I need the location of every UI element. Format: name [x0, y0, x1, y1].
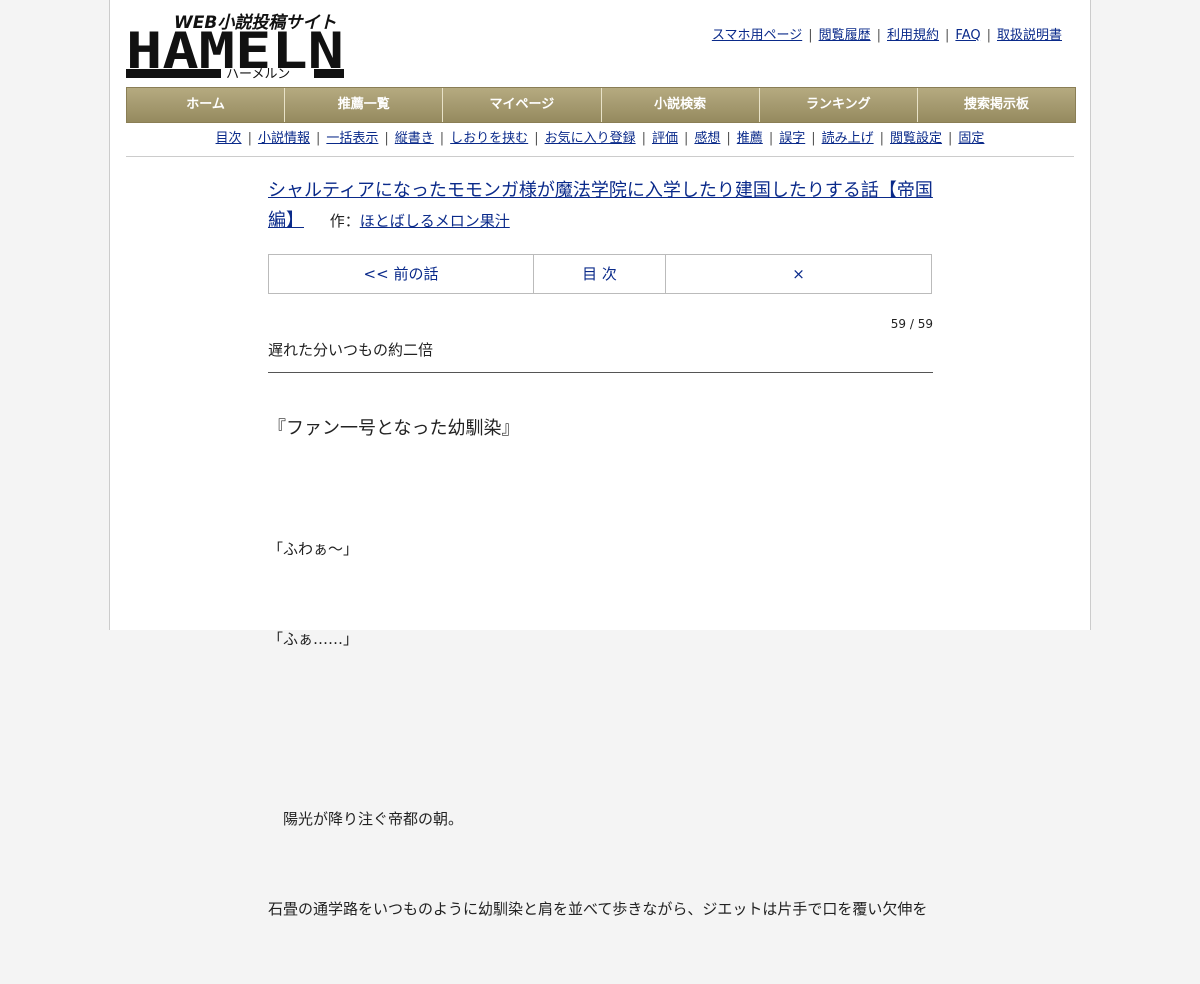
- subnav-novel-info[interactable]: 小説情報: [258, 131, 310, 146]
- subnav-show-all[interactable]: 一括表示: [326, 131, 378, 146]
- subnav-pin[interactable]: 固定: [958, 131, 984, 146]
- hameln-logo[interactable]: WEB小説投稿サイト HAMELN ハーメルン: [126, 10, 346, 80]
- nav-recommendations[interactable]: 推薦一覧: [285, 88, 444, 122]
- chapter-nav: << 前の話 目 次 ×: [268, 254, 932, 294]
- prev-chapter-button[interactable]: << 前の話: [269, 255, 534, 293]
- faq-link[interactable]: FAQ: [955, 28, 980, 43]
- subnav-impressions[interactable]: 感想: [694, 131, 720, 146]
- nav-search-board[interactable]: 捜索掲示板: [917, 88, 1076, 122]
- history-link[interactable]: 閲覧履歴: [819, 28, 871, 43]
- novel-sub-nav: 目次 | 小説情報 | 一括表示 | 縦書き | しおりを挟む | お気に入り登録 | 評価 | 感想 | 推薦…: [126, 124, 1074, 157]
- author-link[interactable]: ほとばしるメロン果汁: [360, 212, 510, 230]
- subnav-bookmark[interactable]: しおりを挟む: [450, 131, 528, 146]
- terms-link[interactable]: 利用規約: [887, 28, 939, 43]
- chapter-heading: 『ファン一号となった幼馴染』: [268, 418, 520, 439]
- subnav-rating[interactable]: 評価: [652, 131, 678, 146]
- nav-ranking[interactable]: ランキング: [759, 88, 918, 122]
- body-line: 「ふわぁ～」: [268, 540, 359, 558]
- subnav-view-settings[interactable]: 閲覧設定: [890, 131, 942, 146]
- subnav-favorite[interactable]: お気に入り登録: [545, 131, 636, 146]
- manual-link[interactable]: 取扱説明書: [997, 28, 1062, 43]
- subnav-vertical[interactable]: 縦書き: [395, 131, 434, 146]
- chapter-subtitle: 遅れた分いつもの約二倍: [268, 339, 933, 373]
- main-nav: ホーム 推薦一覧 マイページ 小説検索 ランキング 捜索掲示板: [126, 87, 1076, 123]
- logo-kana: ハーメルン: [226, 67, 290, 80]
- nav-mypage[interactable]: マイページ: [443, 88, 602, 122]
- chapter-progress: 59 / 59: [890, 317, 933, 331]
- subnav-typo[interactable]: 誤字: [779, 131, 805, 146]
- nav-novel-search[interactable]: 小説検索: [601, 88, 760, 122]
- close-icon[interactable]: ×: [666, 255, 931, 293]
- subnav-recommend[interactable]: 推薦: [737, 131, 763, 146]
- toc-button[interactable]: 目 次: [534, 255, 666, 293]
- chapter-content: シャルティアになったモモンガ様が魔法学院に入学したり建国したりする話【帝国編】 …: [268, 176, 934, 984]
- subnav-read-aloud[interactable]: 読み上げ: [822, 131, 874, 146]
- novel-title-block: シャルティアになったモモンガ様が魔法学院に入学したり建国したりする話【帝国編】 …: [268, 176, 934, 236]
- top-links: スマホ用ページ | 閲覧履歴 | 利用規約 | FAQ | 取扱説明書: [711, 28, 1062, 43]
- body-line: 「ふぁ……」: [268, 630, 359, 648]
- nav-home[interactable]: ホーム: [127, 88, 286, 122]
- body-line: 陽光が降り注ぐ帝都の朝。: [268, 810, 464, 828]
- body-line: 石畳の通学路をいつものように幼馴染と肩を並べて歩きながら、ジエットは片手で口を覆…: [268, 900, 928, 918]
- subnav-toc[interactable]: 目次: [216, 131, 242, 146]
- chapter-body: 「ふわぁ～」 「ふぁ……」 陽光が降り注ぐ帝都の朝。 石畳の通学路をいつものよう…: [268, 474, 934, 984]
- page-container: WEB小説投稿サイト HAMELN ハーメルン スマホ用ページ | 閲覧履歴 | 利用規…: [109, 0, 1091, 918]
- smartphone-page-link[interactable]: スマホ用ページ: [712, 28, 802, 43]
- author-label: 作：ほとばしるメロン果汁: [329, 212, 510, 230]
